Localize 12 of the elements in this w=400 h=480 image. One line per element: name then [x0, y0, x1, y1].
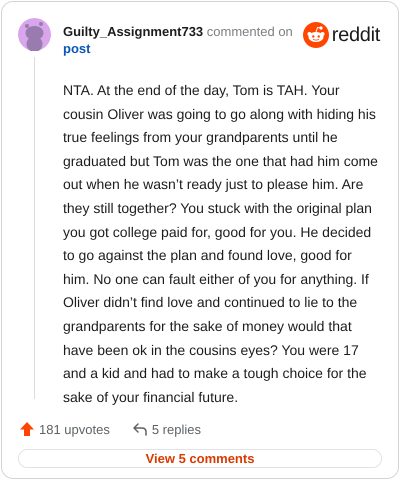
avatar-icon [18, 18, 51, 51]
comment-text: NTA. At the end of the day, Tom is TAH. Your cousin Oliver was going to go along with hiding his true feelings from your grandparents until he graduated but Tom was the one that had him come out when he wasn’t ready just to please him. Are they still together? You stuck with the original plan you got college paid for, good for you. He decided to go against the plan and found love, good for him. No one can fault either of you for anything. If Oliver didn’t find love and continued to lie to the grandparents for the sake of money would that have been ok in the cousins eyes? You were 17 and a kid and had to make a tough choice for the sake of your financial future. [62, 81, 379, 407]
upvote-icon[interactable] [19, 421, 35, 438]
snoo-icon [302, 22, 329, 48]
post-link[interactable]: post [63, 40, 90, 57]
reply-icon[interactable] [132, 421, 148, 438]
author-name[interactable]: Guilty_Assignment733 [63, 24, 204, 39]
view-comments-button[interactable]: View 5 comments [18, 449, 382, 468]
action-text: commented on [206, 24, 293, 39]
reddit-wordmark: reddit [332, 24, 380, 46]
upvote-count: 181 upvotes [39, 422, 110, 437]
reply-count: 5 replies [152, 422, 201, 437]
